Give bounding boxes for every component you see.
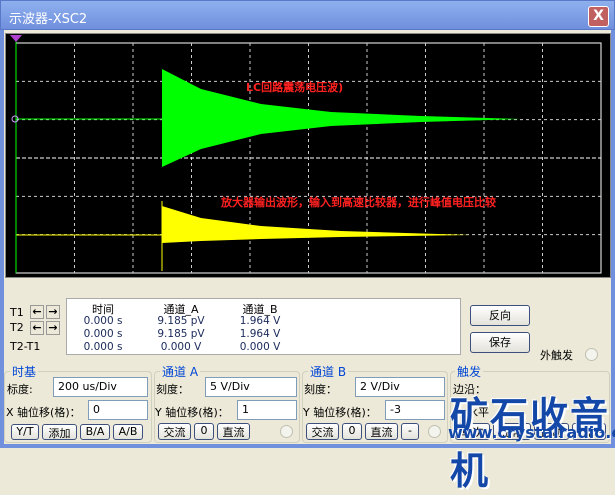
t2-channel-a: 9.185 pV [157,328,205,340]
measurement-readout: 时间 通道_A 通道_B 0.000 s 9.185 pV 1.964 V 0.… [66,298,461,355]
channel-b-ac-button[interactable]: 交流 [306,423,339,440]
channel-a-ac-button[interactable]: 交流 [158,423,191,440]
t1-left-arrow-button[interactable]: ← [30,305,44,319]
t1-channel-b: 1.964 V [239,315,281,327]
ext-trigger-radio[interactable] [585,348,598,361]
channel-a-ypos-field[interactable]: 1 [237,400,297,420]
cursor-t1-label: T1 [10,306,24,319]
channel-b-invert-button[interactable]: - [401,423,419,440]
t2-channel-b: 1.964 V [239,328,281,340]
ext-trigger-label: 外触发 [540,349,573,362]
channel-b-ypos-label: Y 轴位移(格)： [303,406,377,419]
cursor-t2-label: T2 [10,321,24,334]
channel-a-zero-button[interactable]: 0 [194,423,214,440]
t2-time: 0.000 s [83,328,123,340]
cursor-t2t1-label: T2-T1 [10,340,41,353]
mode-add-button[interactable]: 添加 [42,424,77,440]
mode-ab-button[interactable]: A/B [113,424,143,440]
oscilloscope-screen[interactable]: LC回路震荡电压波) 放大器输出波形，输入到高速比较器，进行峰值电压比较 [5,33,611,278]
cursor-t1-handle [10,35,22,42]
channel-b-scale-label: 刻度： [304,383,337,396]
channel-b-dc-button[interactable]: 直流 [365,423,398,440]
mode-ba-button[interactable]: B/A [80,424,110,440]
t2-left-arrow-button[interactable]: ← [30,321,44,335]
trigger-title: 触发 [455,363,484,380]
close-button[interactable]: X [588,6,609,27]
channel-a-scale-label: 刻度： [156,383,189,396]
channel-b-radio[interactable] [428,425,441,438]
annotation-lc: LC回路震荡电压波) [246,80,343,94]
channel-b-waveform [162,206,471,243]
annotation-amplifier: 放大器输出波形，输入到高速比较器，进行峰值电压比较 [220,195,496,209]
channel-a-scale-field[interactable]: 5 V/Div [205,377,297,397]
timebase-title: 时基 [10,363,39,380]
save-button[interactable]: 保存 [470,332,530,353]
channel-b-scale-field[interactable]: 2 V/Div [355,377,445,397]
mode-yt-button[interactable]: Y/T [11,424,39,440]
dt-channel-b: 0.000 V [239,341,281,353]
dt-time: 0.000 s [83,341,123,353]
watermark-url: www.crystalradio.cn [448,423,615,442]
window-title: 示波器-XSC2 [9,12,88,27]
channel-a-ypos-label: Y 轴位移(格)： [155,406,229,419]
t1-channel-a: 9.185 pV [157,315,205,327]
channel-b-title: 通道 B [308,363,349,380]
title-bar: 示波器-XSC2 X [0,0,615,30]
timebase-scale-field[interactable]: 200 us/Div [53,377,148,397]
channel-a-title: 通道 A [160,363,201,380]
waveform-display: LC回路震荡电压波) 放大器输出波形，输入到高速比较器，进行峰值电压比较 [10,35,602,274]
x-position-label: X 轴位移(格)： [6,406,81,419]
reverse-button[interactable]: 反向 [470,305,530,326]
channel-a-dc-button[interactable]: 直流 [217,423,250,440]
channel-b-zero-button[interactable]: 0 [342,423,362,440]
dt-channel-a: 0.000 V [160,341,202,353]
t1-time: 0.000 s [83,315,123,327]
timebase-scale-label: 标度: [7,383,33,396]
channel-b-ypos-field[interactable]: -3 [385,400,445,420]
channel-a-radio[interactable] [280,425,293,438]
x-position-field[interactable]: 0 [88,400,148,420]
